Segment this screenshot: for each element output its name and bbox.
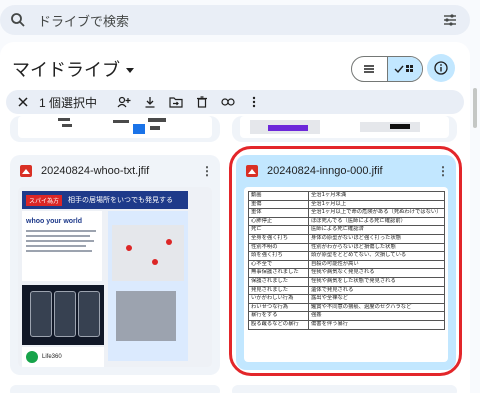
more-vert-icon[interactable]: ⋮ xyxy=(200,164,214,178)
scrollbar-thumb[interactable] xyxy=(473,88,477,128)
image-file-icon xyxy=(20,165,32,177)
download-icon xyxy=(145,97,155,108)
file-thumbnail: スパイ為方 相手の居場所をいつでも発見する whoo your world Li… xyxy=(18,187,212,367)
phone-mockup xyxy=(30,291,52,337)
file-card-above-right[interactable] xyxy=(232,116,457,142)
promo-tag: スパイ為方 xyxy=(26,194,63,206)
file-card-above-left[interactable] xyxy=(10,116,220,142)
info-icon xyxy=(434,61,448,75)
chevron-down-icon xyxy=(126,67,134,73)
file-thumbnail xyxy=(18,116,212,138)
page-title-label: マイドライブ xyxy=(12,60,120,80)
highlight-ring xyxy=(229,146,462,376)
promo-app-name: whoo your world xyxy=(26,218,82,225)
promo-footer: Life360 xyxy=(22,347,104,367)
move-button[interactable] xyxy=(163,90,189,114)
selection-toolbar: 1 個選択中 xyxy=(6,90,464,114)
map-pin xyxy=(152,259,158,265)
file-name: 20240824-whoo-txt.jfif xyxy=(41,165,150,177)
promo-phones xyxy=(22,285,104,345)
side-panel-edge xyxy=(470,0,480,393)
list-view-button[interactable] xyxy=(352,57,387,81)
trash-icon xyxy=(197,96,208,108)
map-pin xyxy=(166,239,172,245)
promo-footer-app: Life360 xyxy=(42,354,62,360)
close-icon[interactable] xyxy=(16,95,30,109)
grid-view-button[interactable] xyxy=(386,57,422,81)
more-actions-button[interactable] xyxy=(241,90,267,114)
view-toggle xyxy=(351,56,423,82)
promo-text-lines xyxy=(26,230,96,252)
search-options-icon[interactable] xyxy=(442,12,458,28)
file-card-header: 20240824-whoo-txt.jfif ⋮ xyxy=(10,155,220,187)
download-button[interactable] xyxy=(137,90,163,114)
phone-mockup xyxy=(78,291,100,337)
map-pin xyxy=(126,245,132,251)
delete-button[interactable] xyxy=(189,90,215,114)
promo-app-panel: whoo your world xyxy=(22,211,102,281)
file-card[interactable]: 20240824-whoo-txt.jfif ⋮ スパイ為方 相手の居場所をいつ… xyxy=(10,155,220,375)
file-card-below-left[interactable] xyxy=(10,385,220,393)
promo-headline: 相手の居場所をいつでも発見する xyxy=(68,197,174,204)
app-logo xyxy=(26,351,38,363)
phone-mockup xyxy=(54,291,76,337)
map-image xyxy=(112,225,184,281)
grid-check-icon xyxy=(394,65,413,74)
promo-image: スパイ為方 相手の居場所をいつでも発見する whoo your world Li… xyxy=(18,187,212,367)
promo-map-column xyxy=(108,211,188,361)
more-vert-icon xyxy=(252,96,256,108)
page-title[interactable]: マイドライブ xyxy=(12,56,134,82)
share-button[interactable] xyxy=(111,90,137,114)
selection-count: 1 個選択中 xyxy=(39,95,98,110)
search-input[interactable]: ドライブで検索 xyxy=(38,11,442,30)
link-icon xyxy=(221,98,235,106)
copy-link-button[interactable] xyxy=(215,90,241,114)
list-icon xyxy=(364,65,375,73)
promo-photo xyxy=(116,291,176,341)
partial-thumbnail-art xyxy=(250,120,420,134)
details-button[interactable] xyxy=(427,54,455,82)
file-thumbnail xyxy=(240,116,449,138)
search-icon xyxy=(11,13,25,27)
search-bar[interactable]: ドライブで検索 xyxy=(0,5,470,35)
add-person-icon xyxy=(117,96,131,108)
promo-banner: スパイ為方 相手の居場所をいつでも発見する xyxy=(22,191,188,209)
partial-thumbnail-art xyxy=(58,118,166,134)
move-folder-icon xyxy=(169,97,183,108)
file-card-below-right[interactable] xyxy=(232,385,457,393)
